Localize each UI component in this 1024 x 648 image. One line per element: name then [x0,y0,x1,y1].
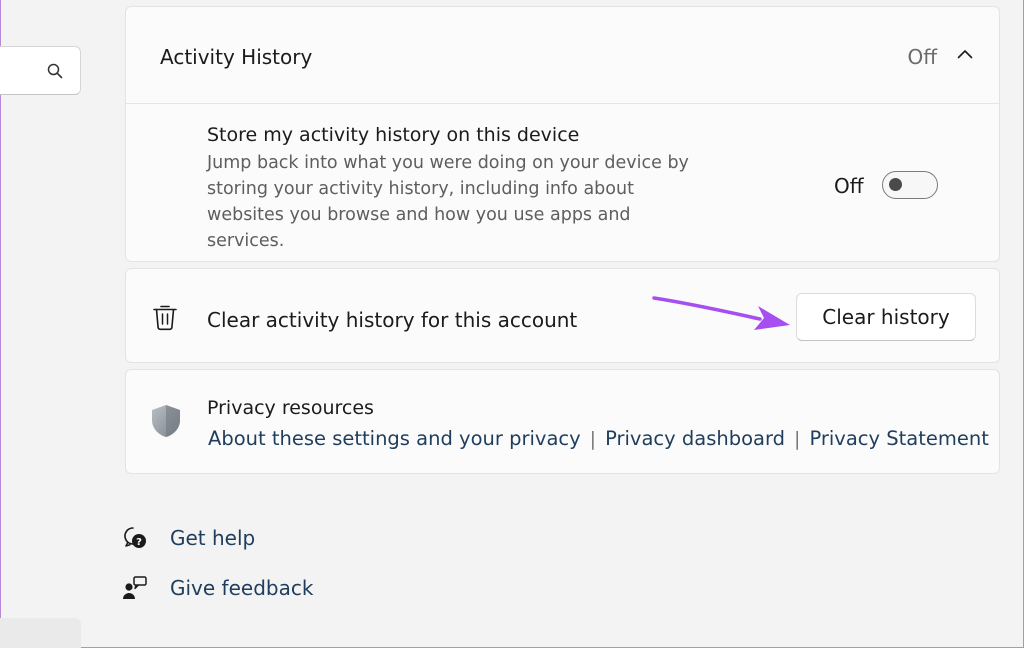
give-feedback-label: Give feedback [170,576,314,600]
search-input[interactable] [0,46,81,95]
activity-history-state: Off [907,45,937,69]
toggle-knob [889,178,902,191]
store-activity-title: Store my activity history on this device [207,124,580,146]
feedback-icon [123,576,147,599]
store-activity-toggle[interactable] [882,171,938,199]
privacy-links: About these settings and your privacy | … [208,427,989,450]
privacy-statement-link[interactable]: Privacy Statement [809,427,988,450]
link-separator: | [589,427,597,450]
sidebar-item-stub [0,618,81,648]
help-icon: ? [124,527,146,548]
about-settings-link[interactable]: About these settings and your privacy [208,427,581,450]
link-separator: | [794,427,801,450]
clear-history-card: Clear activity history for this account … [125,268,1000,363]
chevron-up-icon[interactable] [957,49,973,59]
activity-history-title: Activity History [160,45,313,69]
privacy-resources-card: Privacy resources About these settings a… [125,369,1000,474]
trash-icon [153,305,177,331]
privacy-resources-title: Privacy resources [207,397,374,419]
annotation-arrow [652,296,790,330]
privacy-dashboard-link[interactable]: Privacy dashboard [605,427,785,450]
store-activity-toggle-label: Off [834,174,864,198]
search-icon [47,63,63,79]
get-help-link[interactable]: ? Get help [122,523,255,553]
svg-text:?: ? [136,537,142,548]
give-feedback-link[interactable]: Give feedback [122,573,313,603]
shield-icon [152,405,180,437]
clear-history-label: Clear activity history for this account [207,308,578,332]
store-activity-description: Jump back into what you were doing on yo… [207,153,689,251]
clear-history-button[interactable]: Clear history [796,293,976,341]
get-help-label: Get help [170,526,256,550]
activity-history-card: Activity History Off Store my activity h… [125,6,1000,262]
activity-history-header[interactable]: Activity History Off [126,7,999,104]
